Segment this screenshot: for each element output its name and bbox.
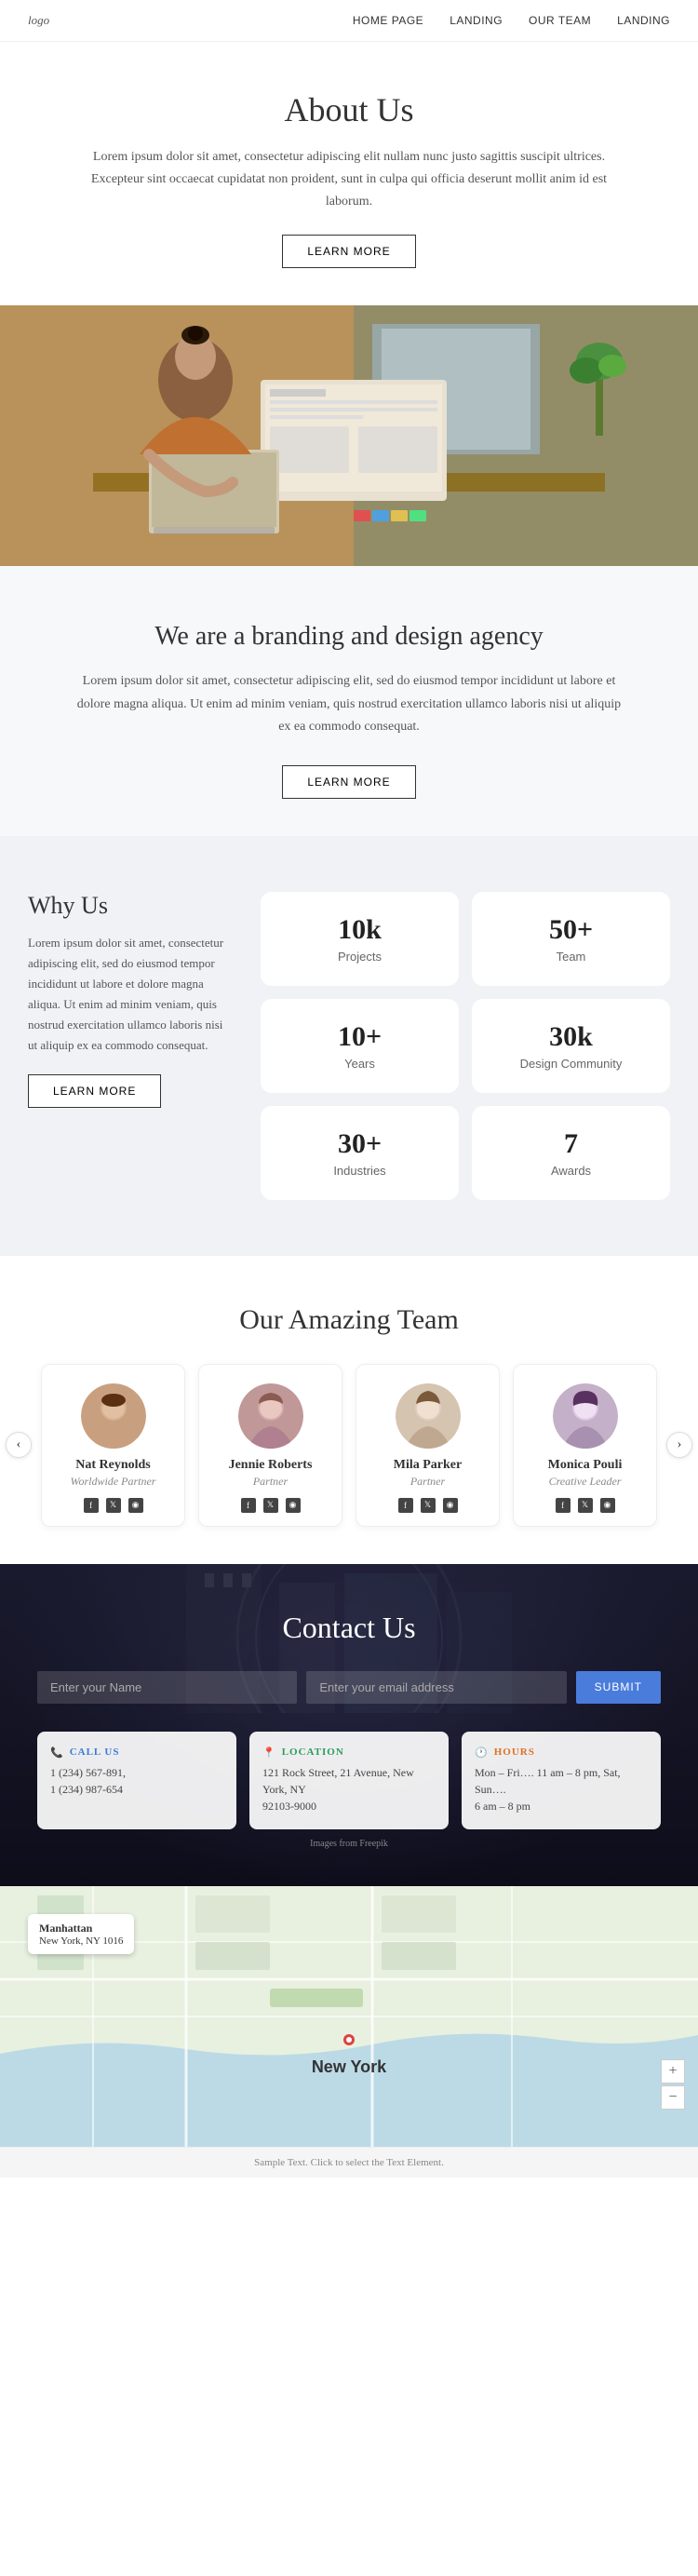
branding-learn-more-button[interactable]: LEARN MORE: [282, 765, 415, 799]
phone-icon: 📞: [50, 1747, 64, 1759]
team-carousel: ‹ Nat Reynolds Worldwide Partner f 𝕏: [19, 1364, 679, 1527]
contact-info-cards: 📞 CALL US 1 (234) 567-891, 1 (234) 987-6…: [37, 1732, 661, 1829]
map-location-tag: Manhattan New York, NY 1016: [28, 1914, 134, 1954]
about-title: About Us: [74, 90, 624, 129]
twitter-icon[interactable]: 𝕏: [106, 1498, 121, 1513]
stats-grid: 10k Projects 50+ Team 10+ Years 30k Desi…: [261, 892, 670, 1200]
branding-description: Lorem ipsum dolor sit amet, consectetur …: [74, 670, 624, 739]
contact-call-line2: 1 (234) 987-654: [50, 1781, 223, 1798]
why-us-description: Lorem ipsum dolor sit amet, consectetur …: [28, 933, 233, 1057]
branding-title: We are a branding and design agency: [74, 622, 624, 652]
svg-text:New York: New York: [312, 2057, 387, 2076]
avatar-4: [553, 1383, 618, 1449]
about-learn-more-button[interactable]: LEARN MORE: [282, 235, 415, 268]
avatar-3: [396, 1383, 461, 1449]
logo: logo: [28, 13, 49, 28]
stat-industries: 30+ Industries: [261, 1106, 459, 1200]
twitter-icon-2[interactable]: 𝕏: [263, 1498, 278, 1513]
team-member-1: Nat Reynolds Worldwide Partner f 𝕏 ◉: [41, 1364, 185, 1527]
stat-community: 30k Design Community: [472, 999, 670, 1093]
instagram-icon-2[interactable]: ◉: [286, 1498, 301, 1513]
facebook-icon[interactable]: f: [84, 1498, 99, 1513]
clock-icon: 🕐: [475, 1747, 489, 1759]
contact-submit-button[interactable]: SUBMIT: [576, 1671, 661, 1704]
stat-team: 50+ Team: [472, 892, 670, 986]
socials-3: f 𝕏 ◉: [371, 1498, 484, 1513]
why-us-section: Why Us Lorem ipsum dolor sit amet, conse…: [0, 836, 698, 1256]
team-title: Our Amazing Team: [19, 1304, 679, 1336]
zoom-in-button[interactable]: +: [661, 2059, 685, 2084]
hero-image: [0, 305, 698, 566]
socials-1: f 𝕏 ◉: [57, 1498, 169, 1513]
twitter-icon-4[interactable]: 𝕏: [578, 1498, 593, 1513]
branding-section: We are a branding and design agency Lore…: [0, 566, 698, 836]
stat-projects: 10k Projects: [261, 892, 459, 986]
contact-title: Contact Us: [37, 1611, 661, 1645]
twitter-icon-3[interactable]: 𝕏: [421, 1498, 436, 1513]
contact-call-line1: 1 (234) 567-891,: [50, 1764, 223, 1781]
team-member-2: Jennie Roberts Partner f 𝕏 ◉: [198, 1364, 342, 1527]
contact-form: SUBMIT: [37, 1671, 661, 1704]
avatar-svg-2: [238, 1383, 303, 1449]
instagram-icon-3[interactable]: ◉: [443, 1498, 458, 1513]
instagram-icon[interactable]: ◉: [128, 1498, 143, 1513]
why-us-learn-more-button[interactable]: LEARN MORE: [28, 1074, 161, 1108]
freepik-note: Images from Freepik: [37, 1839, 661, 1849]
nav-team[interactable]: OUR TEAM: [529, 14, 591, 27]
about-section: About Us Lorem ipsum dolor sit amet, con…: [0, 42, 698, 305]
navigation: logo HOME PAGE LANDING OUR TEAM LANDING: [0, 0, 698, 42]
contact-hours-line2: 6 am – 8 pm: [475, 1798, 648, 1814]
about-description: Lorem ipsum dolor sit amet, consectetur …: [74, 146, 624, 212]
nav-landing-1[interactable]: LANDING: [450, 14, 503, 27]
contact-name-input[interactable]: [37, 1671, 297, 1704]
contact-hours-title: 🕐 HOURS: [475, 1747, 648, 1759]
carousel-prev-button[interactable]: ‹: [6, 1432, 32, 1458]
location-icon: 📍: [262, 1747, 276, 1759]
zoom-out-button[interactable]: −: [661, 2085, 685, 2110]
avatar-svg-1: [81, 1383, 146, 1449]
avatar-svg-3: [396, 1383, 461, 1449]
carousel-next-button[interactable]: ›: [666, 1432, 692, 1458]
stat-awards: 7 Awards: [472, 1106, 670, 1200]
contact-card-call: 📞 CALL US 1 (234) 567-891, 1 (234) 987-6…: [37, 1732, 236, 1829]
stat-years: 10+ Years: [261, 999, 459, 1093]
contact-location-title: 📍 LOCATION: [262, 1747, 436, 1759]
avatar-2: [238, 1383, 303, 1449]
contact-card-location: 📍 LOCATION 121 Rock Street, 21 Avenue, N…: [249, 1732, 449, 1829]
map-city: Manhattan: [39, 1922, 123, 1935]
facebook-icon-3[interactable]: f: [398, 1498, 413, 1513]
socials-2: f 𝕏 ◉: [214, 1498, 327, 1513]
contact-call-title: 📞 CALL US: [50, 1747, 223, 1759]
facebook-icon-2[interactable]: f: [241, 1498, 256, 1513]
team-section: Our Amazing Team ‹ Nat Reynolds Worldwid…: [0, 1256, 698, 1564]
contact-card-hours: 🕐 HOURS Mon – Fri…. 11 am – 8 pm, Sat, S…: [462, 1732, 661, 1829]
hero-svg: [0, 305, 698, 566]
nav-home[interactable]: HOME PAGE: [353, 14, 423, 27]
why-us-title: Why Us: [28, 892, 233, 920]
nav-landing-2[interactable]: LANDING: [617, 14, 670, 27]
footer-note: Sample Text. Click to select the Text El…: [0, 2147, 698, 2178]
team-cards: Nat Reynolds Worldwide Partner f 𝕏 ◉: [32, 1364, 666, 1527]
avatar-svg-4: [553, 1383, 618, 1449]
contact-location-line1: 121 Rock Street, 21 Avenue, New York, NY: [262, 1764, 436, 1798]
contact-location-line2: 92103-9000: [262, 1798, 436, 1814]
facebook-icon-4[interactable]: f: [556, 1498, 570, 1513]
team-member-3: Mila Parker Partner f 𝕏 ◉: [356, 1364, 500, 1527]
contact-email-input[interactable]: [306, 1671, 566, 1704]
avatar-1: [81, 1383, 146, 1449]
why-us-content: Why Us Lorem ipsum dolor sit amet, conse…: [28, 892, 233, 1200]
contact-hours-line1: Mon – Fri…. 11 am – 8 pm, Sat, Sun….: [475, 1764, 648, 1798]
team-member-4: Monica Pouli Creative Leader f 𝕏 ◉: [513, 1364, 657, 1527]
nav-links: HOME PAGE LANDING OUR TEAM LANDING: [353, 14, 670, 27]
map-section: New York Manhattan New York, NY 1016 + −: [0, 1886, 698, 2147]
map-zoom-controls: + −: [661, 2059, 685, 2110]
map-address: New York, NY 1016: [39, 1935, 123, 1947]
socials-4: f 𝕏 ◉: [529, 1498, 641, 1513]
contact-section: Contact Us SUBMIT 📞 CALL US 1 (234) 567-…: [0, 1564, 698, 1886]
instagram-icon-4[interactable]: ◉: [600, 1498, 615, 1513]
